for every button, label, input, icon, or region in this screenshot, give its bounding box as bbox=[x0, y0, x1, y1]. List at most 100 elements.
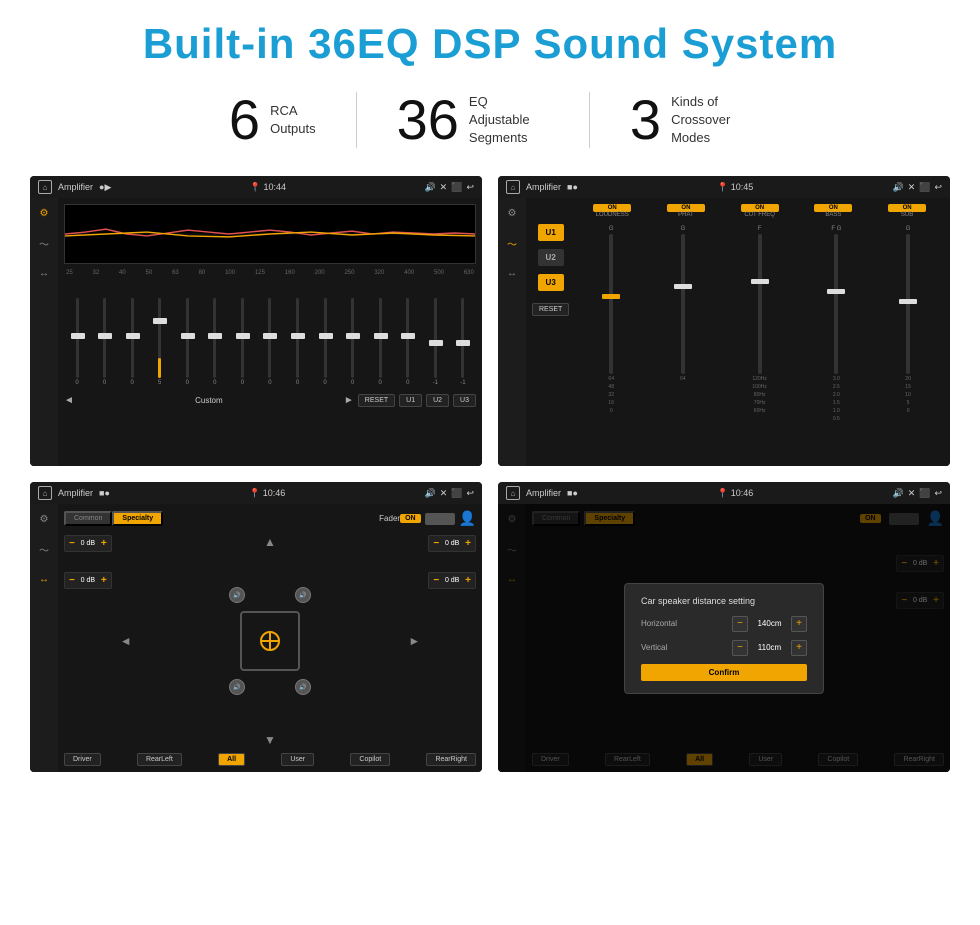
profile-icon[interactable]: 👤 bbox=[459, 510, 476, 527]
sub-handle[interactable] bbox=[899, 299, 917, 304]
vol-control-tr: − 0 dB + bbox=[428, 535, 476, 552]
vol-tr-minus[interactable]: − bbox=[433, 538, 439, 549]
stat-eq: 36 EQ AdjustableSegments bbox=[357, 92, 590, 148]
btn-rearleft[interactable]: RearLeft bbox=[137, 753, 182, 766]
crossover-channels-area: ON LOUDNESS ON PHAT ON CUT FREQ bbox=[575, 204, 944, 460]
dialog-horizontal-minus[interactable]: − bbox=[732, 616, 748, 632]
tab-common[interactable]: Common bbox=[64, 511, 112, 526]
fader-down-arrow[interactable]: ▼ bbox=[264, 733, 276, 747]
dialog-vertical-val: 110cm bbox=[752, 643, 787, 652]
ch-bass: ON BASS bbox=[814, 204, 852, 218]
speaker-rl: 🔊 bbox=[229, 679, 245, 695]
eq-slider-7: 0 bbox=[231, 298, 253, 386]
btn-driver[interactable]: Driver bbox=[64, 753, 101, 766]
eq-slider-10: 0 bbox=[314, 298, 336, 386]
loudness-handle[interactable] bbox=[602, 294, 620, 299]
crossover-reset-btn[interactable]: RESET bbox=[532, 303, 569, 316]
btn-copilot[interactable]: Copilot bbox=[350, 753, 390, 766]
eq-u2-btn[interactable]: U2 bbox=[426, 394, 449, 407]
screen-fader: ⌂ Amplifier ■● 📍 10:46 🔊 ✕ ⬛ ↩ ⚙ 〜 bbox=[30, 482, 482, 772]
eq-next-btn[interactable]: ► bbox=[344, 395, 354, 406]
stat-crossover: 3 Kinds ofCrossover Modes bbox=[590, 92, 791, 148]
fader-right-arrow[interactable]: ► bbox=[408, 634, 420, 648]
main-title: Built-in 36EQ DSP Sound System bbox=[30, 20, 950, 68]
dialog-vertical-row: Vertical − 110cm + bbox=[641, 640, 807, 656]
crosshair-h bbox=[262, 640, 278, 642]
eq-slider-14: -1 bbox=[424, 298, 446, 386]
sidebar-eq-icon3[interactable]: ↔ bbox=[35, 264, 53, 282]
preset-u1[interactable]: U1 bbox=[538, 224, 564, 241]
home-icon-2[interactable]: ⌂ bbox=[506, 180, 520, 194]
vol-control-tl: − 0 dB + bbox=[64, 535, 112, 552]
eq-graph bbox=[64, 204, 476, 264]
distance-dialog-box: Car speaker distance setting Horizontal … bbox=[624, 583, 824, 694]
ch-phat-on[interactable]: ON bbox=[667, 204, 705, 212]
vol-br-minus[interactable]: − bbox=[433, 575, 439, 586]
stats-row: 6 RCAOutputs 36 EQ AdjustableSegments 3 … bbox=[30, 92, 950, 148]
crossover-presets: U1 U2 U3 RESET bbox=[532, 204, 569, 460]
speaker-top-row: 🔊 🔊 bbox=[229, 587, 311, 603]
confirm-button[interactable]: Confirm bbox=[641, 664, 807, 681]
eq-prev-btn[interactable]: ◄ bbox=[64, 395, 74, 406]
eq-slider-5: 0 bbox=[176, 298, 198, 386]
fader-slider[interactable] bbox=[425, 513, 455, 525]
sidebar-crossover-icon3[interactable]: ↔ bbox=[503, 264, 521, 282]
sidebar-crossover-icon1[interactable]: ⚙ bbox=[503, 204, 521, 222]
sidebar-fader-icon3[interactable]: ↔ bbox=[35, 570, 53, 588]
loudness-slider-col: G 64 48 32 16 0 bbox=[592, 226, 630, 414]
vol-br-plus[interactable]: + bbox=[465, 575, 471, 586]
sidebar-fader-icon1[interactable]: ⚙ bbox=[35, 510, 53, 528]
vol-tl-minus[interactable]: − bbox=[69, 538, 75, 549]
topbar-distance-right: 🔊 ✕ ⬛ ↩ bbox=[892, 488, 942, 499]
fader-up-arrow[interactable]: ▲ bbox=[264, 535, 276, 549]
topbar-eq-time: 📍 10:44 bbox=[250, 182, 286, 193]
vol-tl-plus[interactable]: + bbox=[101, 538, 107, 549]
speaker-fl: 🔊 bbox=[229, 587, 245, 603]
fader-visual-center: ▲ 🔊 🔊 bbox=[120, 535, 421, 747]
btn-rearright[interactable]: RearRight bbox=[426, 753, 476, 766]
topbar-crossover-time: 📍 10:45 bbox=[717, 182, 753, 193]
preset-u2[interactable]: U2 bbox=[538, 249, 564, 266]
dialog-horizontal-input: − 140cm + bbox=[732, 616, 807, 632]
stat-rca-label: RCAOutputs bbox=[270, 102, 316, 138]
tab-specialty[interactable]: Specialty bbox=[112, 511, 163, 526]
btn-all[interactable]: All bbox=[218, 753, 245, 766]
eq-preset-label: Custom bbox=[78, 396, 340, 405]
ch-loudness-on[interactable]: ON bbox=[593, 204, 631, 212]
topbar-crossover-left: ⌂ Amplifier ■● bbox=[506, 180, 578, 194]
vol-bl-plus[interactable]: + bbox=[101, 575, 107, 586]
screen-distance: ⌂ Amplifier ■● 📍 10:46 🔊 ✕ ⬛ ↩ ⚙ 〜 bbox=[498, 482, 950, 772]
eq-u3-btn[interactable]: U3 bbox=[453, 394, 476, 407]
eq-u1-btn[interactable]: U1 bbox=[399, 394, 422, 407]
home-icon-3[interactable]: ⌂ bbox=[38, 486, 52, 500]
bass-slider-col: F G 3.0 2.5 2.0 1.5 1.0 0.5 bbox=[817, 226, 855, 422]
eq-reset-btn[interactable]: RESET bbox=[358, 394, 395, 407]
eq-slider-13: 0 bbox=[397, 298, 419, 386]
phat-handle[interactable] bbox=[674, 284, 692, 289]
eq-slider-15: -1 bbox=[452, 298, 474, 386]
vol-control-bl: − 0 dB + bbox=[64, 572, 112, 589]
ch-cutfreq-on[interactable]: ON bbox=[741, 204, 779, 212]
ch-bass-on[interactable]: ON bbox=[814, 204, 852, 212]
ch-sub-on[interactable]: ON bbox=[888, 204, 926, 212]
home-icon[interactable]: ⌂ bbox=[38, 180, 52, 194]
dialog-vertical-minus[interactable]: − bbox=[732, 640, 748, 656]
vol-tr-plus[interactable]: + bbox=[465, 538, 471, 549]
sidebar-fader: ⚙ 〜 ↔ bbox=[30, 504, 58, 772]
topbar-distance: ⌂ Amplifier ■● 📍 10:46 🔊 ✕ ⬛ ↩ bbox=[498, 482, 950, 504]
cutfreq-handle[interactable] bbox=[751, 279, 769, 284]
home-icon-4[interactable]: ⌂ bbox=[506, 486, 520, 500]
phat-track bbox=[681, 234, 685, 374]
dialog-horizontal-plus[interactable]: + bbox=[791, 616, 807, 632]
stat-eq-label: EQ AdjustableSegments bbox=[469, 93, 549, 148]
sidebar-eq-icon1[interactable]: ⚙ bbox=[35, 204, 53, 222]
dialog-vertical-plus[interactable]: + bbox=[791, 640, 807, 656]
sidebar-fader-icon2[interactable]: 〜 bbox=[35, 540, 53, 558]
preset-u3[interactable]: U3 bbox=[538, 274, 564, 291]
bass-handle[interactable] bbox=[827, 289, 845, 294]
vol-bl-minus[interactable]: − bbox=[69, 575, 75, 586]
btn-user[interactable]: User bbox=[281, 753, 314, 766]
sidebar-eq-icon2[interactable]: 〜 bbox=[35, 234, 53, 252]
fader-left-arrow[interactable]: ◄ bbox=[120, 634, 132, 648]
sidebar-crossover-icon2[interactable]: 〜 bbox=[503, 234, 521, 252]
